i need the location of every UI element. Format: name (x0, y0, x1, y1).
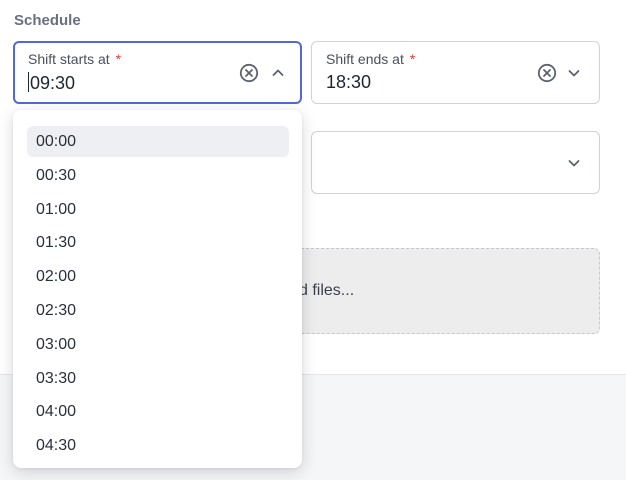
select-field[interactable] (311, 131, 600, 194)
shift-start-field[interactable]: Shift starts at * 09:30 (13, 41, 302, 104)
schedule-form: Schedule Shift starts at * 09:30 Shift e… (0, 0, 626, 480)
shift-start-label-text: Shift starts at (28, 51, 110, 67)
time-option[interactable]: 00:00 (27, 126, 289, 157)
clear-icon[interactable] (536, 62, 558, 84)
shift-start-label: Shift starts at * (28, 51, 121, 67)
time-option[interactable]: 01:00 (27, 194, 289, 225)
section-title: Schedule (14, 12, 81, 29)
time-option[interactable]: 03:30 (27, 363, 289, 394)
time-option[interactable]: 03:00 (27, 329, 289, 360)
time-options-listbox: 00:00 00:30 01:00 01:30 02:00 02:30 03:0… (13, 110, 302, 468)
time-option[interactable]: 04:00 (27, 396, 289, 427)
text-caret (28, 72, 29, 92)
shift-end-label: Shift ends at * (326, 51, 415, 67)
chevron-up-icon[interactable] (267, 62, 289, 84)
chevron-down-icon[interactable] (563, 152, 585, 174)
shift-start-value: 09:30 (30, 73, 76, 93)
shift-end-label-text: Shift ends at (326, 51, 404, 67)
time-option[interactable]: 01:30 (27, 227, 289, 258)
required-mark: * (115, 51, 122, 67)
chevron-down-icon[interactable] (563, 62, 585, 84)
file-dropzone[interactable]: d files... (280, 248, 600, 334)
time-option[interactable]: 02:30 (27, 295, 289, 326)
required-mark: * (409, 51, 416, 67)
dropzone-text: d files... (299, 282, 355, 299)
clear-icon[interactable] (238, 62, 260, 84)
shift-end-field[interactable]: Shift ends at * 18:30 (311, 41, 600, 104)
shift-end-input[interactable]: 18:30 (326, 72, 371, 93)
shift-start-input[interactable]: 09:30 (28, 72, 75, 94)
time-option[interactable]: 00:30 (27, 160, 289, 191)
time-option[interactable]: 02:00 (27, 261, 289, 292)
time-option[interactable]: 04:30 (27, 430, 289, 461)
